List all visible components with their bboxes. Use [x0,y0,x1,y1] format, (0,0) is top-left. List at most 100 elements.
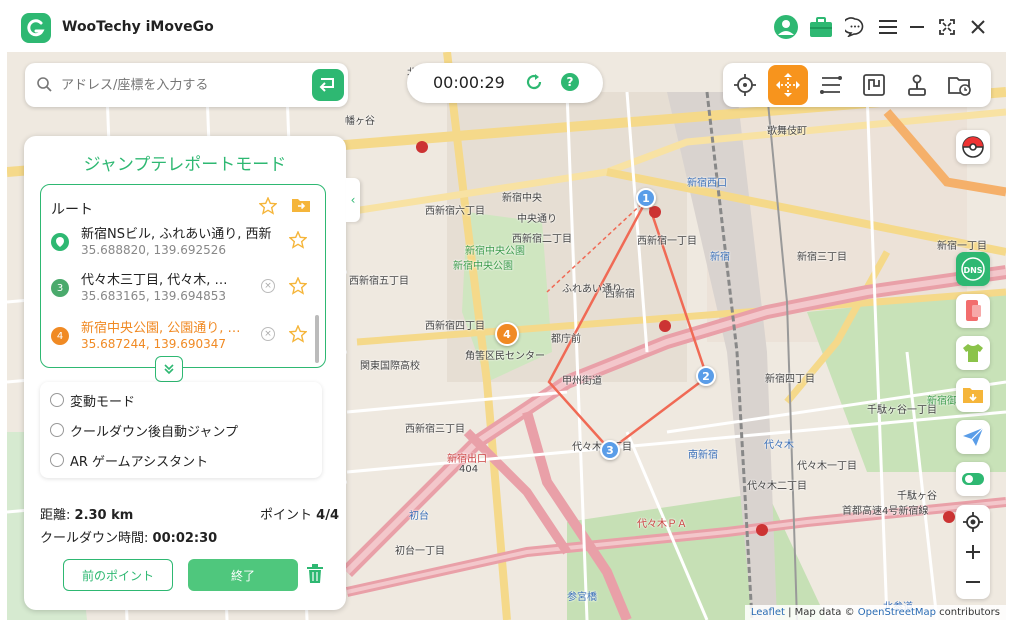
shirt-button[interactable] [956,336,990,370]
map-label-nishishinjuku-6: 西新宿六丁目 [425,206,485,217]
tshirt-icon [963,344,983,362]
option-variable-mode[interactable]: 変動モード [50,390,135,410]
zoom-out-button[interactable] [956,567,990,597]
teleport-mode-button[interactable] [725,65,765,105]
map-label-hatsudai: 初台 [409,511,429,522]
map-label-hatagaya: 幡ヶ谷 [345,116,375,127]
fullscreen-icon[interactable] [934,14,960,40]
account-avatar-icon[interactable] [773,14,799,40]
map-label-shinjuku-exit: 新宿出口 [447,454,487,465]
map-label-minami-shinjuku: 南新宿 [688,450,718,461]
map-label-tsunohazu-center: 角筈区民センター [465,351,545,362]
multi-spot-mode-button[interactable] [854,65,894,105]
map-label-hatsudai-1: 初台一丁目 [395,546,445,557]
end-button[interactable]: 終了 [188,559,298,591]
osm-link[interactable]: OpenStreetMap [858,607,936,618]
favorite-route-icon[interactable] [258,196,278,219]
cooldown-value: 00:02:30 [152,531,218,546]
dns-button[interactable]: DNS [956,252,990,286]
route-marker-1[interactable]: 1 [636,188,656,208]
favorite-star-icon[interactable] [288,276,308,299]
route-item-4[interactable]: 4 新宿中央公園, 公園通り, … 35.687244, 139.690347 … [49,315,321,359]
help-icon[interactable]: ? [561,73,579,91]
panel-title: ジャンプテレポートモード [83,155,287,175]
previous-point-button[interactable]: 前のポイント [63,559,173,591]
send-location-button[interactable] [956,420,990,454]
map-attribution: Leaflet | Map data © OpenStreetMap contr… [744,605,1006,620]
minimize-icon[interactable] [904,14,930,40]
favorite-star-icon[interactable] [288,324,308,347]
attribution-text: | Map data © [784,607,858,618]
import-route-button[interactable] [956,378,990,412]
option-label: クールダウン後自動ジャンプ [70,424,238,440]
timer-text: 00:00:29 [433,73,505,92]
import-folder-icon [963,388,983,403]
history-folder-icon [948,77,971,96]
radio-button[interactable] [50,453,64,467]
locate-icon [963,512,983,532]
app-title: WooTechy iMoveGo [62,19,214,35]
map-label-nishishinjuku-2: 西新宿二丁目 [512,234,572,245]
zoom-controls [956,505,990,599]
path-icon [863,74,885,96]
close-icon[interactable] [965,14,991,40]
joystick-mode-button[interactable] [897,65,937,105]
toolbox-icon[interactable] [808,14,834,40]
history-button[interactable] [940,65,980,105]
expand-route-button[interactable] [155,356,183,382]
two-spot-mode-button[interactable] [811,65,851,105]
favorite-star-icon[interactable] [288,230,308,253]
route-item-name: 代々木三丁目, 代々木, … [81,273,228,288]
double-chevron-down-icon [164,364,174,375]
route-index-badge: 3 [51,279,69,297]
option-ar-assistant[interactable]: AR ゲームアシスタント [50,450,208,470]
search-bar [25,63,348,107]
route-lines-icon [820,76,842,94]
remove-point-icon[interactable]: × [261,327,275,341]
map-label-shinjuku-nishiguchi: 新宿西口 [687,178,727,189]
menu-icon[interactable] [875,14,901,40]
points-value: 4/4 [316,508,339,523]
map-label-nishishinjuku-5: 西新宿五丁目 [349,276,409,287]
jump-teleport-mode-button[interactable] [768,65,808,105]
svg-text:DNS: DNS [963,266,982,275]
radio-button[interactable] [50,393,64,407]
route-item-coord: 35.683165, 139.694853 [81,289,227,303]
paper-plane-icon [963,427,984,446]
zoom-in-button[interactable] [956,537,990,567]
route-marker-4[interactable]: 4 [495,322,519,346]
map-label-chuo-dori: 中央通り [517,214,557,225]
route-item-start[interactable]: 新宿NSビル, ふれあい通り, 西新… 35.688820, 139.69252… [49,221,321,265]
route-marker-3[interactable]: 3 [600,440,620,460]
route-list: ルート 新宿NSビル, ふれあい通り, 西新… 35.688820, 139.6… [40,184,326,368]
route-item-3[interactable]: 3 代々木三丁目, 代々木, … 35.683165, 139.694853 × [49,267,321,311]
leaflet-link[interactable]: Leaflet [751,607,785,618]
toggle-button[interactable] [956,462,990,496]
locate-me-button[interactable] [956,507,990,537]
route-marker-2[interactable]: 2 [696,366,716,386]
map-label-shinjuku: 新宿 [710,252,730,263]
attribution-tail: contributors [936,607,1000,618]
search-input[interactable] [61,75,291,95]
save-route-folder-icon[interactable] [291,197,311,217]
route-list-scrollbar[interactable] [315,315,319,363]
map-label-yoyogi-2: 代々木二丁目 [747,481,807,492]
option-auto-jump[interactable]: クールダウン後自動ジャンプ [50,420,238,440]
map-label-shinjuku-3: 新宿三丁目 [797,252,847,263]
pokemon-go-button[interactable] [956,130,990,164]
route-item-coord: 35.687244, 139.690347 [81,337,227,351]
timer-widget: 00:00:29 ? [407,63,603,103]
refresh-icon[interactable] [525,73,543,95]
go-button[interactable] [312,69,344,101]
points-label: ポイント [260,508,313,523]
trash-icon[interactable] [306,564,324,588]
phone-device-button[interactable] [956,294,990,328]
map-label-route-404: 404 [459,464,479,475]
radio-button[interactable] [50,423,64,437]
collapse-panel-button[interactable]: ‹ [346,178,360,222]
map-label-sangubashi: 参宮橋 [567,592,597,603]
feedback-icon[interactable] [842,14,868,40]
distance-value: 2.30 km [74,508,134,523]
title-bar: WooTechy iMoveGo [0,0,1013,56]
remove-point-icon[interactable]: × [261,279,275,293]
